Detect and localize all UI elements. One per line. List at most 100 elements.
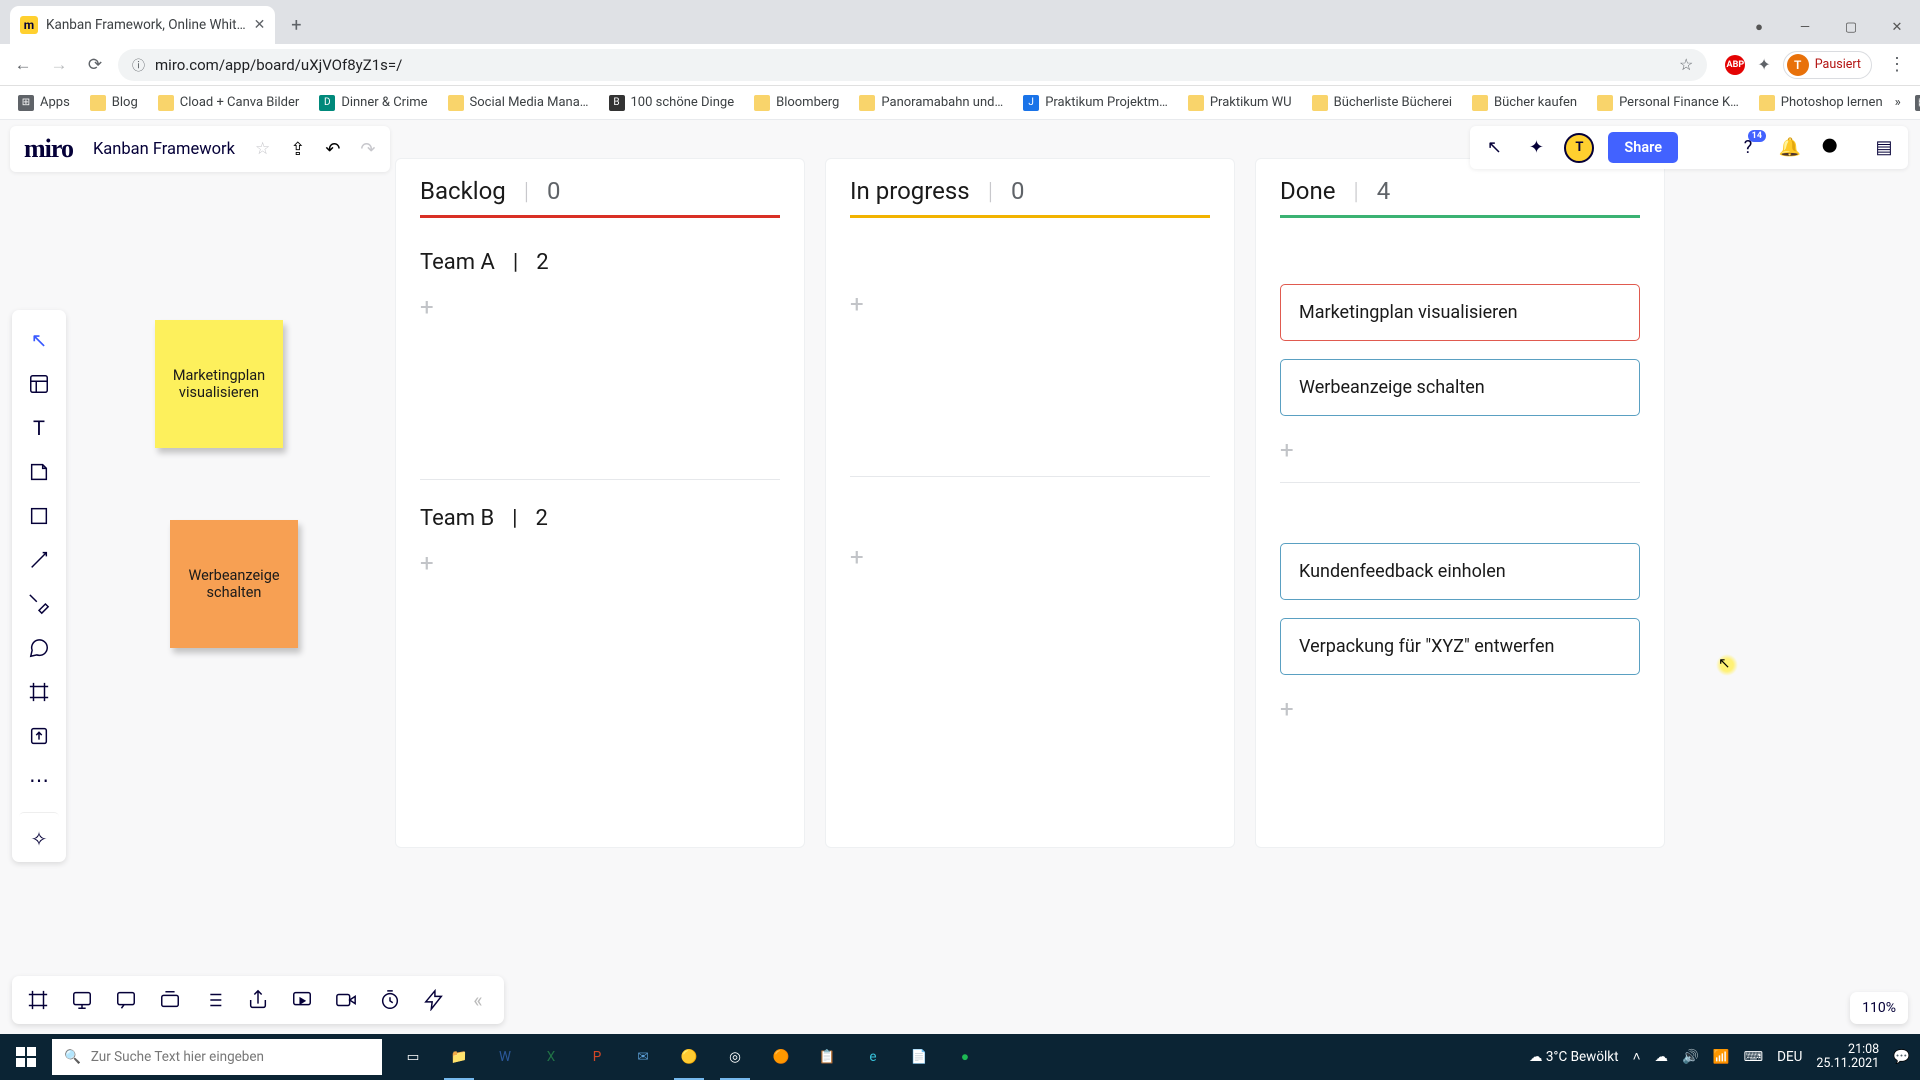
ai-tool-icon[interactable]: ✧ <box>19 812 59 852</box>
account-dot-icon[interactable]: ● <box>1736 10 1782 44</box>
clock[interactable]: 21:08 25.11.2021 <box>1816 1043 1879 1072</box>
reload-icon[interactable]: ⟳ <box>82 52 108 78</box>
add-card-icon[interactable]: + <box>1280 691 1640 727</box>
add-card-icon[interactable]: + <box>850 539 1210 575</box>
bookmark-item[interactable]: Photoshop lernen <box>1751 91 1891 115</box>
search-icon[interactable] <box>1818 134 1846 162</box>
bolt-icon[interactable] <box>416 982 452 1018</box>
select-tool-icon[interactable]: ↖ <box>19 320 59 360</box>
export-icon[interactable]: ⇪ <box>290 139 305 160</box>
bookmark-item[interactable]: DDinner & Crime <box>311 91 435 115</box>
explorer-icon[interactable]: 📁 <box>438 1034 480 1080</box>
address-bar[interactable]: ⓘ miro.com/app/board/uXjVOf8yZ1s=/ ☆ <box>118 49 1707 81</box>
tray-chevron-icon[interactable]: ˄ <box>1633 1049 1641 1065</box>
powerpoint-icon[interactable]: P <box>576 1034 618 1080</box>
bookmark-item[interactable]: Social Media Mana… <box>440 91 597 115</box>
video-icon[interactable] <box>328 982 364 1018</box>
close-window-icon[interactable]: ✕ <box>1874 10 1920 44</box>
language-indicator[interactable]: DEU <box>1777 1049 1802 1065</box>
comments-icon[interactable] <box>108 982 144 1018</box>
notepad-icon[interactable]: 📄 <box>898 1034 940 1080</box>
chrome-icon[interactable]: 🟡 <box>668 1034 710 1080</box>
apps-button[interactable]: ⊞Apps <box>10 91 78 115</box>
wifi-icon[interactable]: 📶 <box>1713 1049 1730 1065</box>
maximize-icon[interactable]: ▢ <box>1828 10 1874 44</box>
timer-icon[interactable] <box>372 982 408 1018</box>
templates-tool-icon[interactable] <box>19 364 59 404</box>
profile-chip[interactable]: T Pausiert <box>1783 51 1872 79</box>
bookmark-item[interactable]: Blog <box>82 91 146 115</box>
task-view-icon[interactable]: ▭ <box>392 1034 434 1080</box>
add-card-icon[interactable]: + <box>420 289 780 325</box>
new-tab-button[interactable]: + <box>281 10 311 40</box>
screen-icon[interactable] <box>284 982 320 1018</box>
keyboard-icon[interactable]: ⌨ <box>1744 1049 1764 1065</box>
bookmark-item[interactable]: Praktikum WU <box>1180 91 1300 115</box>
weather-widget[interactable]: ☁ 3°C Bewölkt <box>1529 1049 1619 1065</box>
list-icon[interactable] <box>196 982 232 1018</box>
kanban-col-done[interactable]: Done | 4 Marketingplan visualisieren Wer… <box>1255 158 1665 848</box>
zoom-level[interactable]: 110% <box>1850 992 1908 1024</box>
line-tool-icon[interactable] <box>19 540 59 580</box>
bookmark-item[interactable]: Bücher kaufen <box>1464 91 1585 115</box>
share-link-icon[interactable] <box>240 982 276 1018</box>
extensions-icon[interactable]: ✦ <box>1757 55 1770 74</box>
more-tools-icon[interactable]: ⋯ <box>19 760 59 800</box>
bookmark-item[interactable]: Personal Finance K… <box>1589 91 1747 115</box>
sticky-note-orange[interactable]: Werbeanzeige schalten <box>170 520 298 648</box>
edge-icon[interactable]: e <box>852 1034 894 1080</box>
miro-logo[interactable]: miro <box>24 134 73 164</box>
comment-tool-icon[interactable] <box>19 628 59 668</box>
reactions-icon[interactable]: ✦ <box>1522 134 1550 162</box>
activity-panel-icon[interactable]: ▤ <box>1870 134 1898 162</box>
kanban-card[interactable]: Marketingplan visualisieren <box>1280 284 1640 341</box>
close-tab-icon[interactable]: ✕ <box>254 17 266 33</box>
app-icon[interactable]: 📋 <box>806 1034 848 1080</box>
user-avatar[interactable]: T <box>1564 133 1594 163</box>
bookmark-item[interactable]: Bloomberg <box>746 91 847 115</box>
settings-icon[interactable] <box>1692 134 1720 162</box>
app-icon[interactable]: 🟠 <box>760 1034 802 1080</box>
add-card-icon[interactable]: + <box>850 286 1210 322</box>
spotify-icon[interactable]: ● <box>944 1034 986 1080</box>
bookmark-star-icon[interactable]: ☆ <box>1679 55 1693 74</box>
bookmark-item[interactable]: JPraktikum Projektm… <box>1015 91 1176 115</box>
add-card-icon[interactable]: + <box>420 545 780 581</box>
cursor-mode-icon[interactable]: ↖ <box>1480 134 1508 162</box>
kanban-col-inprogress[interactable]: In progress | 0 + + <box>825 158 1235 848</box>
bookmarks-overflow-icon[interactable]: » <box>1895 95 1901 110</box>
mail-icon[interactable]: ✉ <box>622 1034 664 1080</box>
kanban-card[interactable]: Kundenfeedback einholen <box>1280 543 1640 600</box>
start-button[interactable] <box>0 1047 52 1067</box>
reading-list-button[interactable]: ▤Leseliste <box>1907 91 1920 115</box>
frame-tool-icon[interactable] <box>19 672 59 712</box>
notifications-icon[interactable]: 🔔 <box>1776 134 1804 162</box>
browser-tab[interactable]: m Kanban Framework, Online Whit… ✕ <box>10 6 275 44</box>
word-icon[interactable]: W <box>484 1034 526 1080</box>
sticky-tool-icon[interactable] <box>19 452 59 492</box>
obs-icon[interactable]: ◎ <box>714 1034 756 1080</box>
excel-icon[interactable]: X <box>530 1034 572 1080</box>
kanban-card[interactable]: Werbeanzeige schalten <box>1280 359 1640 416</box>
kanban-card[interactable]: Verpackung für "XYZ" entwerfen <box>1280 618 1640 675</box>
board-title[interactable]: Kanban Framework <box>93 140 235 159</box>
card-icon[interactable] <box>152 982 188 1018</box>
chrome-menu-icon[interactable]: ⋮ <box>1884 54 1910 75</box>
back-icon[interactable]: ← <box>10 52 36 78</box>
star-icon[interactable]: ☆ <box>255 139 270 159</box>
upload-tool-icon[interactable] <box>19 716 59 756</box>
shape-tool-icon[interactable] <box>19 496 59 536</box>
bookmark-item[interactable]: B100 schöne Dinge <box>601 91 743 115</box>
bookmark-item[interactable]: Cload + Canva Bilder <box>150 91 308 115</box>
undo-icon[interactable]: ↶ <box>325 139 340 160</box>
adblock-icon[interactable]: ABP <box>1725 55 1745 75</box>
volume-icon[interactable]: 🔊 <box>1682 1049 1699 1065</box>
present-icon[interactable] <box>64 982 100 1018</box>
taskbar-search[interactable]: 🔍 Zur Suche Text hier eingeben <box>52 1039 382 1075</box>
bookmark-item[interactable]: Panoramabahn und… <box>851 91 1011 115</box>
pen-tool-icon[interactable] <box>19 584 59 624</box>
notifications-tray-icon[interactable]: 💬 <box>1893 1049 1910 1065</box>
help-icon[interactable]: ?14 <box>1734 134 1762 162</box>
onedrive-icon[interactable]: ☁ <box>1654 1049 1668 1065</box>
share-button[interactable]: Share <box>1608 132 1678 163</box>
